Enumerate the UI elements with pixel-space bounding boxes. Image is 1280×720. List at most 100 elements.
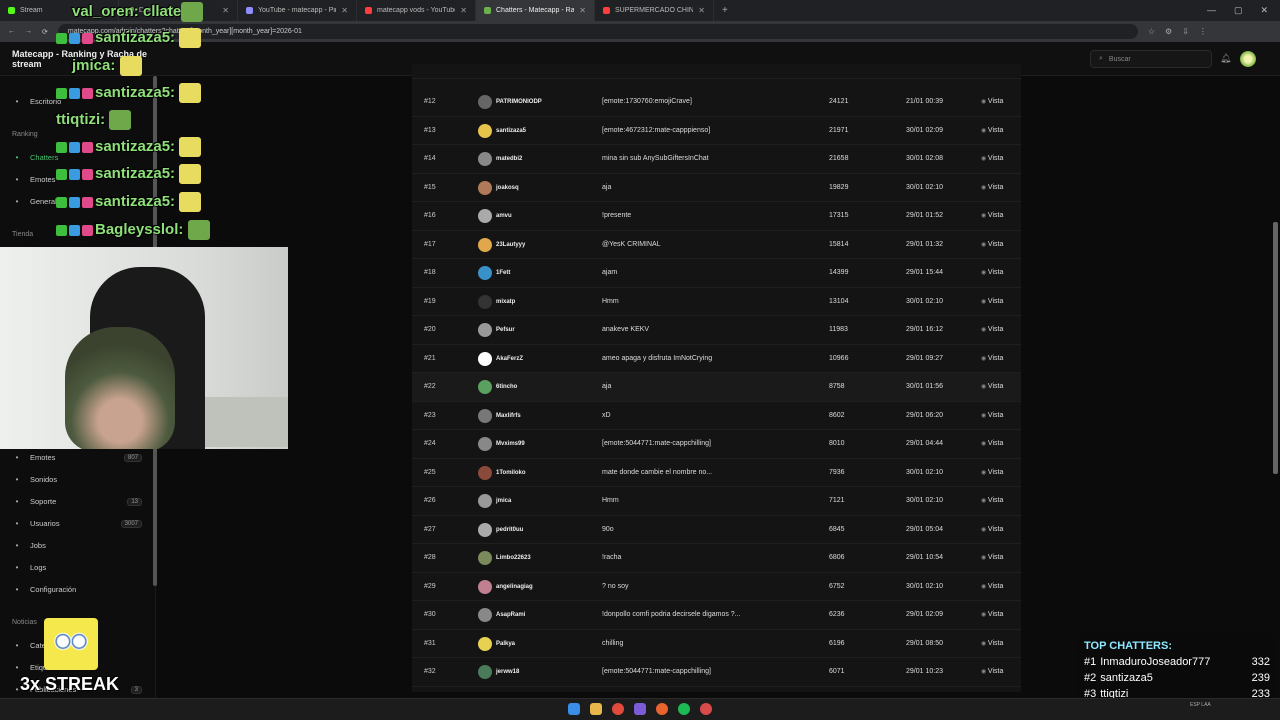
last-date-cell: 29/01 05:04 (906, 525, 943, 533)
view-button[interactable]: Vista (981, 269, 1003, 276)
sidebar-item[interactable]: • Usuarios 3007 (12, 519, 142, 528)
close-icon[interactable]: ✕ (460, 6, 467, 15)
view-button[interactable]: Vista (981, 526, 1003, 533)
browser-tab[interactable]: matecapp vods - YouTube ✕ (357, 0, 476, 21)
username-cell[interactable]: matedbi2 (496, 156, 522, 162)
sidebar-item[interactable]: • Chatters (12, 153, 142, 162)
reload-icon[interactable]: ⟳ (42, 28, 48, 36)
username-cell[interactable]: AsapRami (496, 612, 525, 618)
folder-icon[interactable] (590, 703, 602, 715)
avatar (478, 294, 492, 309)
last-message-cell: 90o (602, 525, 614, 533)
user-avatar[interactable] (1240, 51, 1256, 67)
view-button[interactable]: Vista (981, 355, 1003, 362)
view-button[interactable]: Vista (981, 554, 1003, 561)
avatar (478, 209, 492, 223)
sidebar-item[interactable]: • Emotes 807 (12, 453, 142, 462)
url-field[interactable]: matecapp.com/admin/chatters?chatters[mon… (57, 24, 1138, 39)
view-button[interactable]: Vista (981, 497, 1003, 504)
extension-icon[interactable]: ⚙ (1165, 27, 1172, 36)
sidebar-item[interactable]: • Configuración (12, 585, 142, 594)
start-icon[interactable] (568, 703, 580, 715)
main-scrollbar[interactable] (1273, 222, 1278, 474)
username-cell[interactable]: santizaza5 (496, 128, 526, 134)
username-cell[interactable]: angelinagiag (496, 584, 533, 590)
browser-icon[interactable] (656, 703, 668, 715)
maximize-icon[interactable]: ▢ (1234, 5, 1243, 16)
app-icon[interactable] (700, 703, 712, 715)
sidebar-item[interactable]: • Sonidos (12, 475, 142, 484)
search-input[interactable]: ⌕ Buscar (1090, 50, 1212, 68)
sidebar-item-label: General (30, 197, 57, 206)
view-button[interactable]: Vista (981, 412, 1003, 419)
view-button[interactable]: Vista (981, 212, 1003, 219)
username-cell[interactable]: Palkya (496, 641, 515, 647)
star-icon[interactable]: ☆ (1148, 27, 1155, 36)
sidebar-item[interactable]: • Logs (12, 563, 142, 572)
last-date-cell: 30/01 02:10 (906, 183, 943, 191)
view-button[interactable]: Vista (981, 155, 1003, 162)
view-button[interactable]: Vista (981, 668, 1003, 675)
message-count-cell: 6806 (829, 554, 845, 561)
username-cell[interactable]: jerww18 (496, 669, 519, 675)
close-icon[interactable]: ✕ (698, 6, 705, 15)
username-cell[interactable]: PATRIMONIODP (496, 99, 542, 105)
sidebar-item[interactable]: • Escritorio (12, 97, 142, 106)
close-window-icon[interactable]: ✕ (1260, 5, 1268, 16)
view-button[interactable]: Vista (981, 640, 1003, 647)
username-cell[interactable]: Limbo22623 (496, 555, 531, 561)
sidebar-item[interactable]: • General (12, 197, 142, 206)
message-count-cell: 11983 (829, 326, 848, 333)
username-cell[interactable]: Mvxims99 (496, 441, 525, 447)
close-icon[interactable]: ✕ (103, 6, 110, 15)
sidebar-item[interactable]: • Soporte 13 (12, 497, 142, 506)
username-cell[interactable]: 1Tomiloko (496, 470, 526, 476)
browser-tab[interactable]: YouTube - matecapp - Pingcord ✕ (238, 0, 357, 21)
username-cell[interactable]: mixatp (496, 299, 515, 305)
forward-icon[interactable]: → (25, 28, 32, 35)
close-icon[interactable]: ✕ (341, 6, 348, 15)
username-cell[interactable]: 6tincho (496, 384, 517, 390)
back-icon[interactable]: ← (8, 28, 15, 35)
minimize-icon[interactable]: — (1207, 5, 1216, 16)
spotify-icon[interactable] (678, 703, 690, 715)
view-button[interactable]: Vista (981, 469, 1003, 476)
username-cell[interactable]: joakosq (496, 185, 519, 191)
last-date-cell: 29/01 06:20 (906, 411, 943, 419)
new-tab-icon[interactable]: + (714, 5, 736, 16)
view-button[interactable]: Vista (981, 127, 1003, 134)
close-icon[interactable]: ✕ (579, 6, 586, 15)
sidebar-item[interactable]: • Emotes (12, 175, 142, 184)
view-button[interactable]: Vista (981, 326, 1003, 333)
username-cell[interactable]: 23Lautyyy (496, 242, 525, 248)
username-cell[interactable]: amvu (496, 213, 512, 219)
browser-tab[interactable]: SUPERMERCADO CHINO - YouTube ✕ (595, 0, 714, 21)
view-button[interactable]: Vista (981, 241, 1003, 248)
menu-icon[interactable]: ⋮ (1199, 27, 1207, 36)
discord-icon[interactable] (634, 703, 646, 715)
last-date-cell: 29/01 10:54 (906, 554, 943, 561)
bell-icon[interactable]: 🔔︎ (1220, 53, 1231, 64)
download-icon[interactable]: ⇩ (1182, 27, 1189, 36)
browser-tab[interactable]: Dashboard ✕ (119, 0, 238, 21)
sidebar-item-badge: 3 (130, 685, 142, 694)
view-button[interactable]: Vista (981, 611, 1003, 618)
view-button[interactable]: Vista (981, 383, 1003, 390)
view-button[interactable]: Vista (981, 298, 1003, 305)
browser-tab[interactable]: Chatters - Matecapp - Ranking ✕ (476, 0, 595, 21)
username-cell[interactable]: jmica (496, 498, 511, 504)
browser-tab[interactable]: Stream ✕ (0, 0, 119, 21)
username-cell[interactable]: AkaFerzZ (496, 356, 523, 362)
username-cell[interactable]: pedrit0uu (496, 527, 523, 533)
sidebar-item[interactable]: • Jobs (12, 541, 142, 550)
close-icon[interactable]: ✕ (222, 6, 229, 15)
view-button[interactable]: Vista (981, 184, 1003, 191)
view-button[interactable]: Vista (981, 583, 1003, 590)
chrome-icon[interactable] (612, 703, 624, 715)
username-cell[interactable]: Maxlifrfs (496, 413, 521, 419)
view-button[interactable]: Vista (981, 98, 1003, 105)
avatar (478, 351, 492, 366)
username-cell[interactable]: 1Fett (496, 270, 510, 276)
view-button[interactable]: Vista (981, 440, 1003, 447)
username-cell[interactable]: Pefsur (496, 327, 515, 333)
